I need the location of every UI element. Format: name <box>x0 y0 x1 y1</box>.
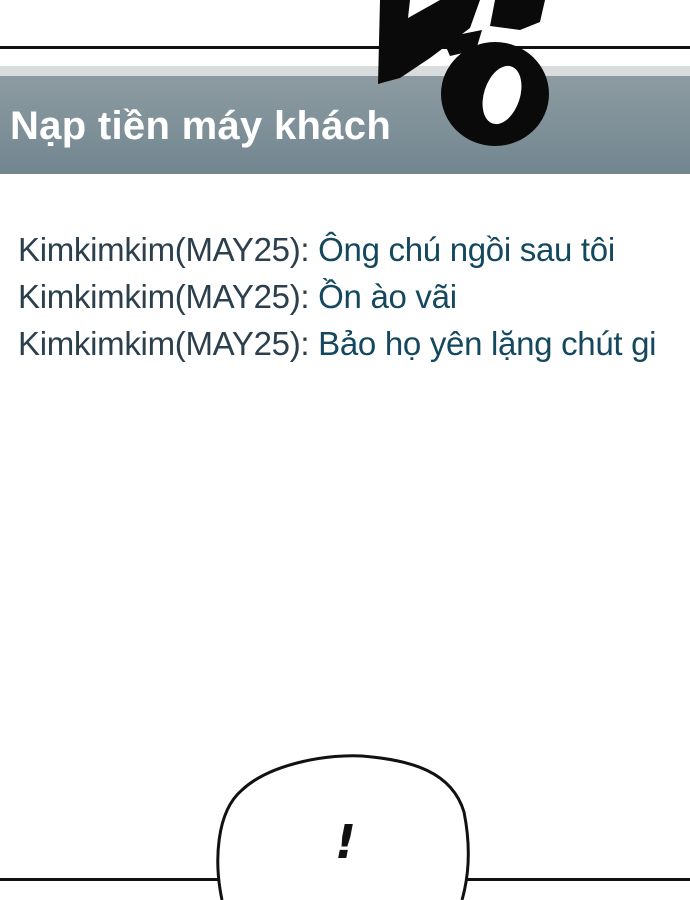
sound-effect-graphic <box>378 0 549 146</box>
page-title: Nạp tiền máy khách <box>10 104 392 148</box>
top-panel-border <box>0 46 690 49</box>
chat-message: Kimkimkim(MAY25): Ồn ào vãi <box>18 273 690 320</box>
chat-text: Ông chú ngồi sau tôi <box>318 231 615 268</box>
chat-message: Kimkimkim(MAY25): Bảo họ yên lặng chút g… <box>18 320 690 367</box>
chat-text: Ồn ào vãi <box>318 278 457 315</box>
chat-message-list: Kimkimkim(MAY25): Ông chú ngồi sau tôi K… <box>18 226 690 367</box>
chat-username: Kimkimkim(MAY25): <box>18 278 310 315</box>
chat-username: Kimkimkim(MAY25): <box>18 231 310 268</box>
chat-text: Bảo họ yên lặng chút gi <box>318 325 657 362</box>
chat-message: Kimkimkim(MAY25): Ông chú ngồi sau tôi <box>18 226 690 273</box>
speech-bubble-text: ! <box>335 815 356 869</box>
chat-username: Kimkimkim(MAY25): <box>18 325 310 362</box>
